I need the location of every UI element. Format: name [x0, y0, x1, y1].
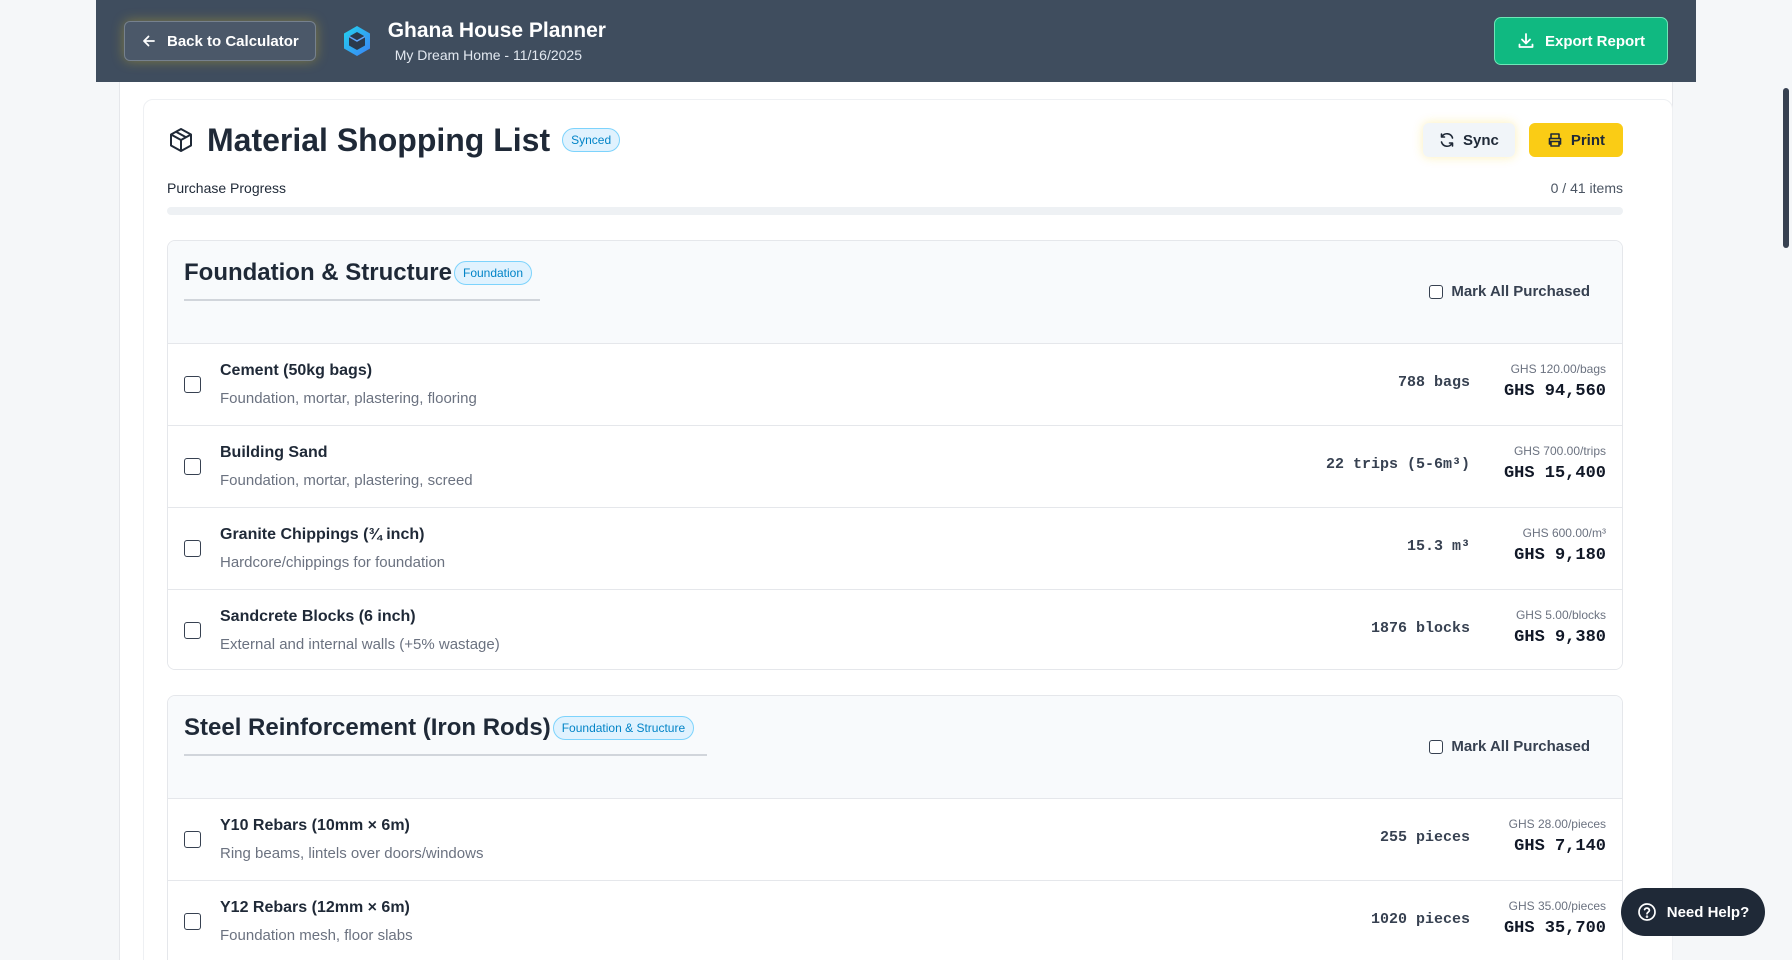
need-help-button[interactable]: Need Help? [1621, 888, 1765, 936]
item-total: GHS 35,700 [1503, 919, 1606, 938]
material-item: Building Sand Foundation, mortar, plaste… [168, 425, 1622, 507]
print-button-label: Print [1570, 131, 1605, 149]
category-section-steel: Steel Reinforcement (Iron Rods) Foundati… [167, 695, 1623, 960]
help-button-label: Need Help? [1666, 903, 1750, 921]
item-quantity: 1876 blocks [1370, 620, 1470, 637]
item-total: GHS 7,140 [1514, 837, 1606, 856]
hexagon-logo-icon [343, 26, 370, 56]
purchase-progress-row: Purchase Progress 0 / 41 items [167, 180, 1623, 196]
mark-all-label: Mark All Purchased [1451, 738, 1590, 755]
item-unit-price: GHS 700.00/trips [1513, 444, 1606, 458]
item-description: External and internal walls (+5% wastage… [220, 636, 500, 653]
item-total: GHS 9,380 [1514, 628, 1606, 647]
scrollbar-thumb[interactable] [1783, 88, 1789, 248]
item-checkbox[interactable] [184, 831, 201, 848]
progress-bar [167, 207, 1623, 215]
question-circle-icon [1637, 903, 1656, 921]
item-quantity: 22 trips (5-6m³) [1325, 456, 1470, 473]
page: Back to Calculator Ghana House Planner M… [0, 0, 1792, 960]
progress-count: 0 / 41 items [1550, 180, 1623, 196]
export-report-button[interactable]: Export Report [1493, 17, 1668, 65]
app-title-block: Ghana House Planner My Dream Home - 11/1… [388, 19, 606, 63]
material-item: Granite Chippings (¾ inch) Hardcore/chip… [168, 507, 1622, 589]
shopping-list-header: Material Shopping List Synced Sync Print [167, 120, 1623, 160]
item-name: Y10 Rebars (10mm × 6m) [220, 817, 410, 834]
item-checkbox[interactable] [184, 913, 201, 930]
item-unit-price: GHS 28.00/pieces [1508, 817, 1606, 831]
sync-status-badge: Synced [562, 128, 621, 152]
package-box-icon [170, 128, 192, 152]
item-total: GHS 15,400 [1503, 464, 1606, 483]
item-name: Sandcrete Blocks (6 inch) [220, 608, 416, 625]
page-title: Material Shopping List [207, 121, 551, 158]
section-title-wrap: Foundation & Structure Foundation [184, 259, 540, 301]
item-description: Hardcore/chippings for foundation [220, 554, 446, 571]
mark-all-checkbox[interactable] [1429, 284, 1444, 299]
item-unit-price: GHS 35.00/pieces [1508, 899, 1606, 913]
item-quantity: 15.3 m³ [1406, 538, 1470, 555]
section-badge: Foundation & Structure [552, 716, 695, 740]
item-total: GHS 9,180 [1514, 546, 1606, 565]
section-title: Steel Reinforcement (Iron Rods) [184, 714, 551, 741]
section-title-wrap: Steel Reinforcement (Iron Rods) Foundati… [184, 714, 707, 756]
item-description: Foundation mesh, floor slabs [220, 927, 413, 944]
item-quantity: 1020 pieces [1370, 911, 1470, 928]
item-unit-price: GHS 120.00/bags [1510, 362, 1606, 376]
back-button-label: Back to Calculator [167, 32, 299, 50]
item-checkbox[interactable] [184, 622, 201, 639]
item-quantity: 255 pieces [1379, 829, 1470, 846]
material-item: Cement (50kg bags) Foundation, mortar, p… [168, 343, 1622, 425]
mark-all-checkbox[interactable] [1429, 739, 1444, 754]
item-name: Y12 Rebars (12mm × 6m) [220, 899, 410, 916]
item-unit-price: GHS 600.00/m³ [1522, 526, 1606, 540]
item-total: GHS 94,560 [1503, 382, 1606, 401]
category-section-foundation: Foundation & Structure Foundation Mark A… [167, 240, 1623, 670]
material-item: Y12 Rebars (12mm × 6m) Foundation mesh, … [168, 880, 1622, 960]
back-to-calculator-button[interactable]: Back to Calculator [124, 21, 316, 61]
project-subtitle: My Dream Home - 11/16/2025 [394, 47, 582, 63]
print-button[interactable]: Print [1528, 123, 1623, 157]
section-header: Foundation & Structure Foundation Mark A… [168, 241, 1622, 343]
item-quantity: 788 bags [1397, 374, 1470, 391]
progress-label: Purchase Progress [167, 180, 287, 196]
export-button-label: Export Report [1544, 32, 1645, 50]
item-checkbox[interactable] [184, 376, 201, 393]
refresh-icon [1440, 132, 1454, 148]
item-checkbox[interactable] [184, 540, 201, 557]
app-title: Ghana House Planner [387, 19, 606, 42]
item-name: Cement (50kg bags) [220, 362, 373, 379]
mark-all-label: Mark All Purchased [1451, 283, 1590, 300]
item-description: Ring beams, lintels over doors/windows [220, 845, 484, 862]
sync-button-label: Sync [1462, 131, 1499, 149]
section-header: Steel Reinforcement (Iron Rods) Foundati… [168, 696, 1622, 798]
material-item: Y10 Rebars (10mm × 6m) Ring beams, linte… [168, 798, 1622, 880]
item-checkbox[interactable] [184, 458, 201, 475]
printer-icon [1548, 133, 1562, 147]
section-badge: Foundation [453, 261, 533, 285]
page-scrollbar[interactable] [1778, 0, 1792, 960]
section-title: Foundation & Structure [184, 259, 452, 286]
mark-all-purchased-button[interactable]: Mark All Purchased [1429, 738, 1590, 755]
material-item: Sandcrete Blocks (6 inch) External and i… [168, 589, 1622, 669]
top-header: Back to Calculator Ghana House Planner M… [96, 0, 1696, 82]
download-icon [1518, 33, 1534, 48]
item-unit-price: GHS 5.00/blocks [1515, 608, 1606, 622]
item-name: Building Sand [220, 444, 328, 461]
item-name: Granite Chippings (¾ inch) [220, 526, 425, 543]
sync-button[interactable]: Sync [1422, 123, 1515, 157]
item-description: Foundation, mortar, plastering, screed [220, 472, 473, 489]
arrow-left-icon [143, 35, 155, 47]
mark-all-purchased-button[interactable]: Mark All Purchased [1429, 283, 1590, 300]
item-description: Foundation, mortar, plastering, flooring [220, 390, 477, 407]
